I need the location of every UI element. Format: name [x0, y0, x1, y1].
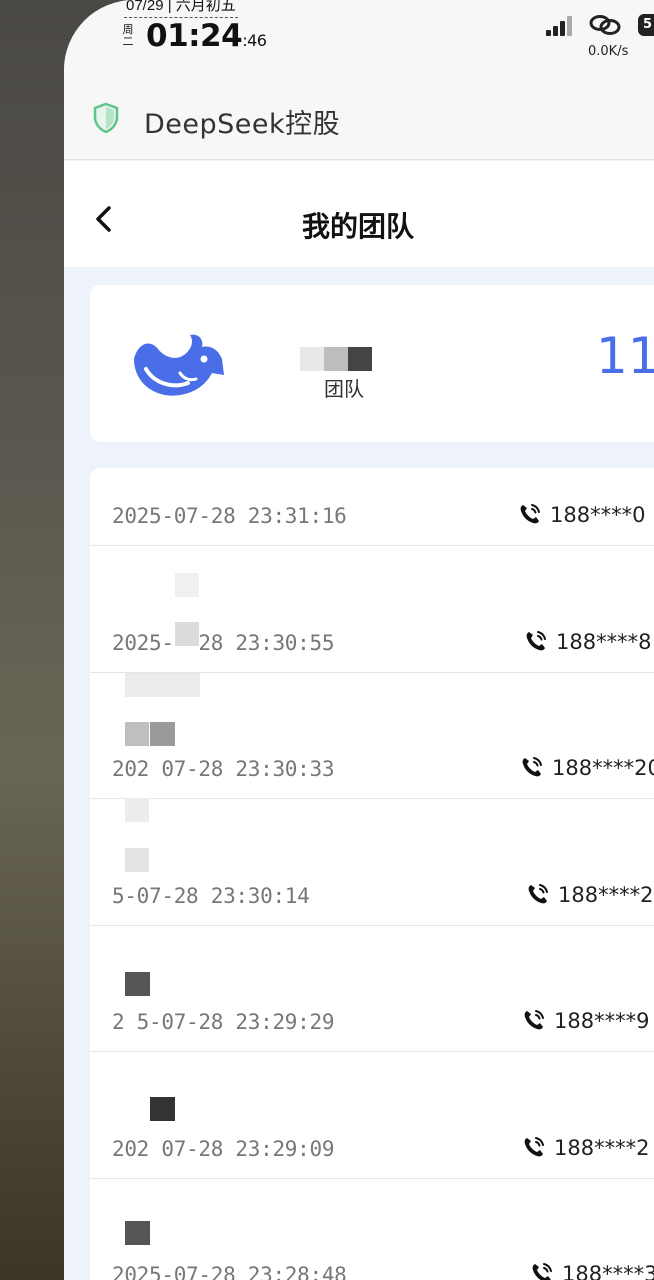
member-row[interactable]: 2025- -28 23:30:55 188****8 — [90, 547, 654, 673]
redaction-block — [175, 573, 199, 597]
redaction-block — [125, 798, 149, 822]
redaction-block — [300, 347, 324, 371]
weekday-line-2: 二 — [122, 35, 134, 48]
redaction-block — [125, 848, 149, 872]
page-title: 我的团队 — [64, 205, 654, 245]
redaction-block — [125, 673, 200, 697]
signal-icon — [546, 16, 574, 36]
clock-seconds: :46 — [242, 31, 267, 50]
hotspot-link-icon — [589, 15, 621, 35]
phone-call-icon — [522, 757, 542, 777]
member-join-time: 2025-07-28 23:28:48 — [112, 1263, 347, 1280]
redaction-block — [150, 722, 175, 746]
phone-call-icon — [524, 1010, 544, 1030]
app-header: DeepSeek控股 — [64, 80, 654, 160]
member-phone: 188****9 — [522, 1008, 649, 1033]
status-weekday: 周 二 — [120, 24, 136, 48]
phone-call-icon — [520, 504, 540, 524]
phone-call-icon — [532, 1263, 552, 1280]
member-join-time: 202 07-28 23:30:33 — [112, 757, 335, 781]
team-member-count: 119 — [596, 327, 654, 385]
phone-call-icon — [528, 883, 548, 903]
member-phone-number: 188****3 — [562, 1262, 654, 1280]
member-phone-number: 188****0 — [550, 503, 646, 527]
network-speed: 0.0K/s — [588, 44, 629, 59]
member-phone-number: 188****8 — [556, 629, 652, 654]
member-phone: 188****3 — [530, 1261, 654, 1280]
member-join-time: 5-07-28 23:30:14 — [112, 883, 310, 908]
redaction-block — [125, 972, 150, 996]
member-row[interactable]: 5-07-28 23:30:14 188****2 — [90, 800, 654, 926]
member-phone: 188****0 — [518, 502, 645, 527]
shield-icon — [93, 102, 119, 134]
clock-main: 01:24 — [146, 18, 243, 54]
page-title-text: 我的团队 — [301, 210, 414, 243]
member-join-time: 2025-07-28 23:31:16 — [112, 504, 347, 528]
redaction-block — [125, 1221, 150, 1245]
battery-icon: 5 — [638, 14, 654, 36]
member-phone: 188****20 — [520, 755, 654, 780]
phone-call-icon — [524, 1136, 544, 1156]
nav-bar: 我的团队 — [64, 161, 654, 267]
member-phone-number: 188****2 — [554, 1135, 650, 1160]
status-clock: 01:24:46 — [146, 18, 267, 54]
team-subtitle: 团队 — [324, 377, 364, 401]
member-row[interactable]: 2025-07-28 23:28:48 188****3 — [90, 1179, 654, 1280]
member-phone: 188****8 — [524, 629, 651, 654]
redaction-block — [348, 347, 372, 371]
status-bar: 07/29 | 六月初五 周 二 01:24:46 5 0.0K/s — [64, 0, 654, 80]
member-row[interactable]: 2 5-07-28 23:29:29 188****9 — [90, 926, 654, 1052]
team-summary-card: 团队 119 — [90, 285, 654, 442]
status-date: 07/29 | 六月初五 — [124, 0, 238, 18]
phone-call-icon — [526, 630, 546, 650]
member-phone: 188****2 — [522, 1135, 649, 1160]
redaction-block — [175, 622, 199, 646]
member-phone-number: 188****20 — [552, 756, 654, 780]
member-phone-number: 188****9 — [554, 1009, 650, 1033]
member-row[interactable]: 2025-07-28 23:31:16 188****0 — [90, 468, 654, 546]
redaction-block — [125, 722, 149, 746]
deepseek-whale-logo-icon — [134, 334, 224, 396]
app-title: DeepSeek控股 — [144, 109, 341, 140]
phone-screen: 07/29 | 六月初五 周 二 01:24:46 5 0.0K/s DeepS… — [64, 0, 654, 1280]
redaction-block — [324, 347, 348, 371]
member-join-time: 202 07-28 23:29:09 — [112, 1136, 335, 1161]
member-join-time: 2 5-07-28 23:29:29 — [112, 1010, 335, 1034]
member-phone: 188****2 — [526, 882, 653, 907]
redaction-block — [150, 1097, 175, 1121]
member-join-time: 2025- -28 23:30:55 — [112, 630, 335, 655]
member-phone-number: 188****2 — [558, 882, 654, 907]
